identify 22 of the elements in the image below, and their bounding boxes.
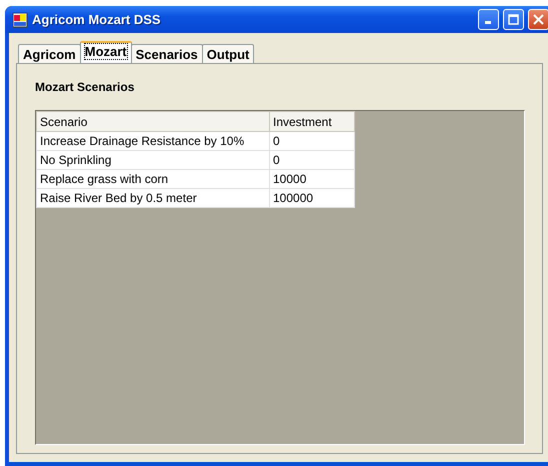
- maximize-button[interactable]: [503, 9, 524, 30]
- tab[interactable]: Agricom: [18, 44, 81, 63]
- table-cell: No Sprinkling: [36, 150, 270, 170]
- table-cell: Increase Drainage Resistance by 10%: [36, 132, 270, 150]
- column-header[interactable]: Scenario: [36, 112, 270, 132]
- maximize-icon: [508, 14, 519, 25]
- section-title: Mozart Scenarios: [35, 80, 136, 94]
- table-cell: 0: [270, 132, 354, 150]
- tab[interactable]: Mozart: [80, 41, 132, 63]
- window-title: Agricom Mozart DSS: [32, 12, 162, 27]
- table-cell: 100000: [270, 188, 354, 208]
- tab[interactable]: Output: [202, 44, 254, 63]
- close-button[interactable]: [528, 9, 548, 30]
- table-cell: 0: [270, 150, 354, 170]
- table-cell: Replace grass with corn: [36, 170, 270, 188]
- table-cell: 10000: [270, 170, 354, 188]
- tab[interactable]: Scenarios: [130, 44, 203, 63]
- table-cell: Raise River Bed by 0.5 meter: [36, 188, 270, 208]
- app-icon: [12, 12, 28, 28]
- minimize-button[interactable]: [478, 9, 499, 30]
- close-icon: [533, 14, 544, 25]
- column-header[interactable]: Investment: [270, 112, 354, 132]
